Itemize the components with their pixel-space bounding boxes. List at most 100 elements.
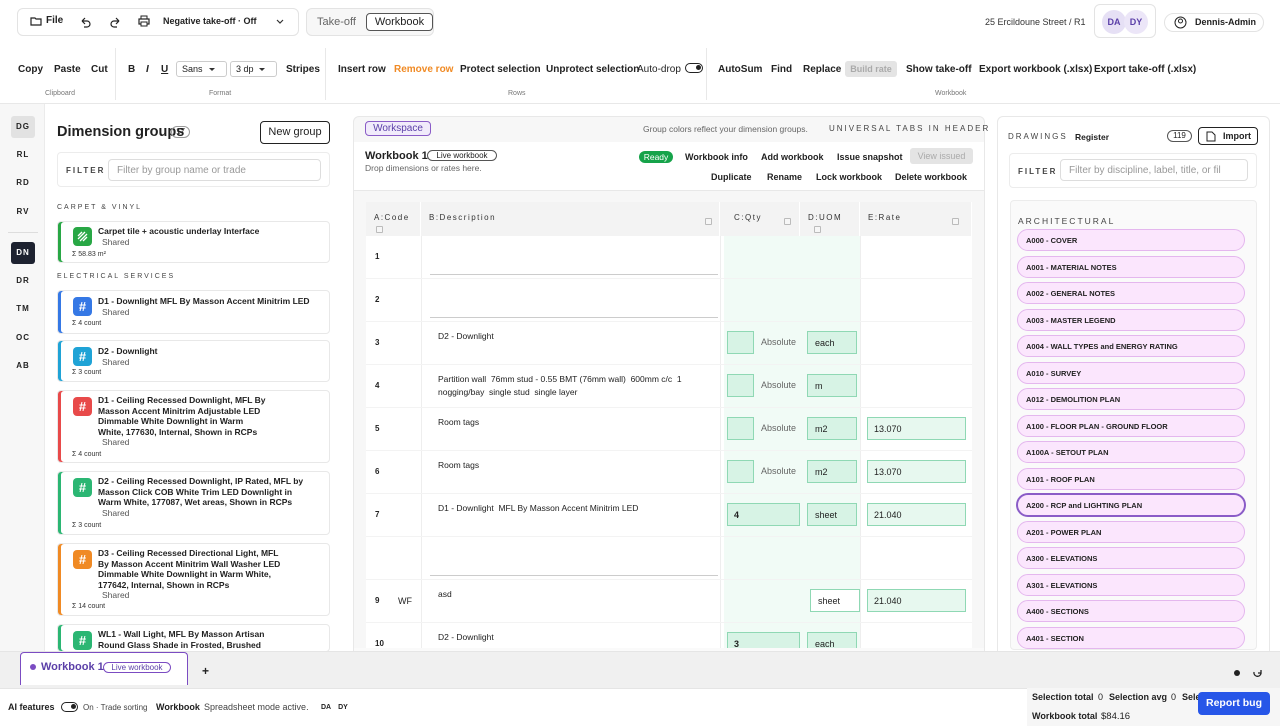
file-button[interactable]: File — [30, 15, 63, 27]
description-cell[interactable]: Room tags — [430, 413, 718, 447]
sidebar-tag-rd[interactable]: RD — [11, 172, 35, 194]
rate-cell[interactable]: 13.070 — [867, 417, 966, 440]
avatar[interactable]: DY — [335, 701, 351, 715]
rate-cell[interactable]: 13.070 — [867, 460, 966, 483]
column-header[interactable]: B:Description — [421, 202, 720, 236]
table-row[interactable]: 5 Room tags Absolute m2 13.070 — [366, 408, 972, 451]
view-issued-button[interactable]: View issued — [910, 148, 973, 164]
sort-icon[interactable] — [705, 218, 712, 225]
sidebar-tag-rl[interactable]: RL — [11, 144, 35, 166]
drawing-item[interactable]: A010 - SURVEY — [1017, 361, 1245, 384]
rate-cell[interactable]: 21.040 — [867, 589, 966, 612]
drawing-item[interactable]: A200 - RCP and LIGHTING PLAN — [1017, 494, 1245, 516]
group-card[interactable]: # D2 - Downlight Shared Σ 3 count — [57, 340, 330, 382]
table-row[interactable]: 10 D2 - Downlight 3 each — [366, 623, 972, 648]
description-cell[interactable] — [430, 284, 718, 318]
avatar[interactable]: DA — [1102, 10, 1126, 34]
uom-cell[interactable]: m — [807, 374, 857, 397]
rename-button[interactable]: Rename — [767, 172, 802, 182]
italic-button[interactable]: I — [146, 64, 149, 75]
qty-cell[interactable] — [727, 417, 754, 440]
protect-selection-button[interactable]: Protect selection — [460, 64, 541, 75]
replace-button[interactable]: Replace — [803, 64, 841, 75]
group-card[interactable]: # D1 - Ceiling Recessed Downlight, MFL B… — [57, 390, 330, 463]
export-workbook-button[interactable]: Export workbook (.xlsx) — [979, 64, 1092, 75]
remove-row-button[interactable]: Remove row — [394, 64, 453, 75]
table-row[interactable]: 3 D2 - Downlight Absolute each — [366, 322, 972, 365]
sidebar-tag-dn[interactable]: DN — [11, 242, 35, 264]
autosum-button[interactable]: AutoSum — [718, 64, 762, 75]
drawing-filter-input[interactable]: Filter by discipline, label, title, or f… — [1060, 159, 1248, 181]
paste-button[interactable]: Paste — [54, 64, 81, 75]
qty-cell[interactable] — [727, 374, 754, 397]
drawing-item[interactable]: A400 - SECTIONS — [1017, 600, 1245, 622]
description-cell[interactable]: D2 - Downlight — [430, 628, 718, 648]
uom-cell[interactable]: m2 — [807, 460, 857, 483]
table-row[interactable]: 9 WF asd sheet 21.040 — [366, 580, 972, 623]
table-row[interactable]: 2 — [366, 279, 972, 322]
drawing-item[interactable]: A004 - WALL TYPES and ENERGY RATING — [1017, 335, 1245, 357]
auto-drop-toggle[interactable] — [685, 63, 703, 73]
rate-cell[interactable]: 21.040 — [867, 503, 966, 526]
cut-button[interactable]: Cut — [91, 64, 108, 75]
description-cell[interactable]: Room tags — [430, 456, 718, 490]
drawing-item[interactable]: A100 - FLOOR PLAN - GROUND FLOOR — [1017, 414, 1245, 437]
tab-workbook[interactable]: Workbook — [366, 13, 433, 31]
decimal-select[interactable]: 3 dp — [230, 61, 277, 77]
sidebar-tag-dr[interactable]: DR — [11, 270, 35, 292]
drawing-item[interactable]: A000 - COVER — [1017, 229, 1245, 251]
qty-cell[interactable] — [727, 331, 754, 354]
drawing-item[interactable]: A001 - MATERIAL NOTES — [1017, 255, 1245, 278]
sidebar-tag-ab[interactable]: AB — [11, 355, 35, 377]
sort-icon[interactable] — [814, 226, 821, 233]
tab-takeoff[interactable]: Take-off — [317, 16, 356, 28]
register-tab[interactable]: Register — [1075, 132, 1109, 142]
add-workbook-button[interactable]: Add workbook — [761, 152, 824, 162]
column-header[interactable]: D:UOM — [800, 202, 860, 236]
delete-workbook-button[interactable]: Delete workbook — [895, 172, 967, 182]
sidebar-tag-dg[interactable]: DG — [11, 116, 35, 138]
uom-cell[interactable]: each — [807, 331, 857, 354]
drawing-item[interactable]: A101 - ROOF PLAN — [1017, 467, 1245, 490]
qty-cell[interactable]: 3 — [727, 632, 800, 648]
qty-cell[interactable] — [727, 460, 754, 483]
workbook-info-button[interactable]: Workbook info — [685, 152, 748, 162]
refresh-icon[interactable] — [1252, 668, 1263, 679]
group-card[interactable]: # D2 - Ceiling Recessed Downlight, IP Ra… — [57, 471, 330, 535]
font-select[interactable]: Sans — [176, 61, 227, 77]
show-takeoff-button[interactable]: Show take-off — [906, 64, 972, 75]
table-row[interactable]: 1 — [366, 236, 972, 279]
sort-icon[interactable] — [952, 218, 959, 225]
uom-cell[interactable]: each — [807, 632, 857, 648]
sidebar-tag-oc[interactable]: OC — [11, 327, 35, 349]
sort-icon[interactable] — [376, 226, 383, 233]
sort-icon[interactable] — [784, 218, 791, 225]
drawing-item[interactable]: A100A - SETOUT PLAN — [1017, 441, 1245, 463]
redo-icon[interactable] — [110, 16, 122, 28]
sidebar-tag-tm[interactable]: TM — [11, 298, 35, 320]
avatar[interactable]: DA — [318, 701, 334, 715]
uom-cell[interactable]: m2 — [807, 417, 857, 440]
description-cell[interactable]: D1 - Downlight MFL By Masson Accent Mini… — [430, 499, 718, 533]
drawing-item[interactable]: A012 - DEMOLITION PLAN — [1017, 388, 1245, 410]
add-tab-button[interactable]: + — [202, 664, 209, 678]
insert-row-button[interactable]: Insert row — [338, 64, 386, 75]
unprotect-selection-button[interactable]: Unprotect selection — [546, 64, 639, 75]
record-icon[interactable] — [1234, 670, 1240, 676]
table-row[interactable]: 6 Room tags Absolute m2 13.070 — [366, 451, 972, 494]
group-card[interactable]: # WL1 - Wall Light, MFL By Masson Artisa… — [57, 624, 330, 652]
undo-icon[interactable] — [79, 16, 91, 28]
ai-toggle[interactable] — [61, 702, 78, 712]
group-card[interactable]: Carpet tile + acoustic underlay Interfac… — [57, 221, 330, 263]
table-row[interactable]: 7 D1 - Downlight MFL By Masson Accent Mi… — [366, 494, 972, 537]
drawing-item[interactable]: A301 - ELEVATIONS — [1017, 573, 1245, 596]
code-cell[interactable]: WF — [398, 596, 412, 606]
table-row[interactable] — [366, 537, 972, 580]
description-cell[interactable]: asd — [430, 585, 718, 619]
printer-icon[interactable] — [138, 15, 150, 27]
group-filter-input[interactable]: Filter by group name or trade — [108, 159, 321, 181]
table-row[interactable]: 4 Partition wall 76mm stud - 0.55 BMT (7… — [366, 365, 972, 408]
column-header[interactable]: A:Code — [366, 202, 421, 236]
lock-workbook-button[interactable]: Lock workbook — [816, 172, 882, 182]
group-card[interactable]: # D1 - Downlight MFL By Masson Accent Mi… — [57, 290, 330, 334]
